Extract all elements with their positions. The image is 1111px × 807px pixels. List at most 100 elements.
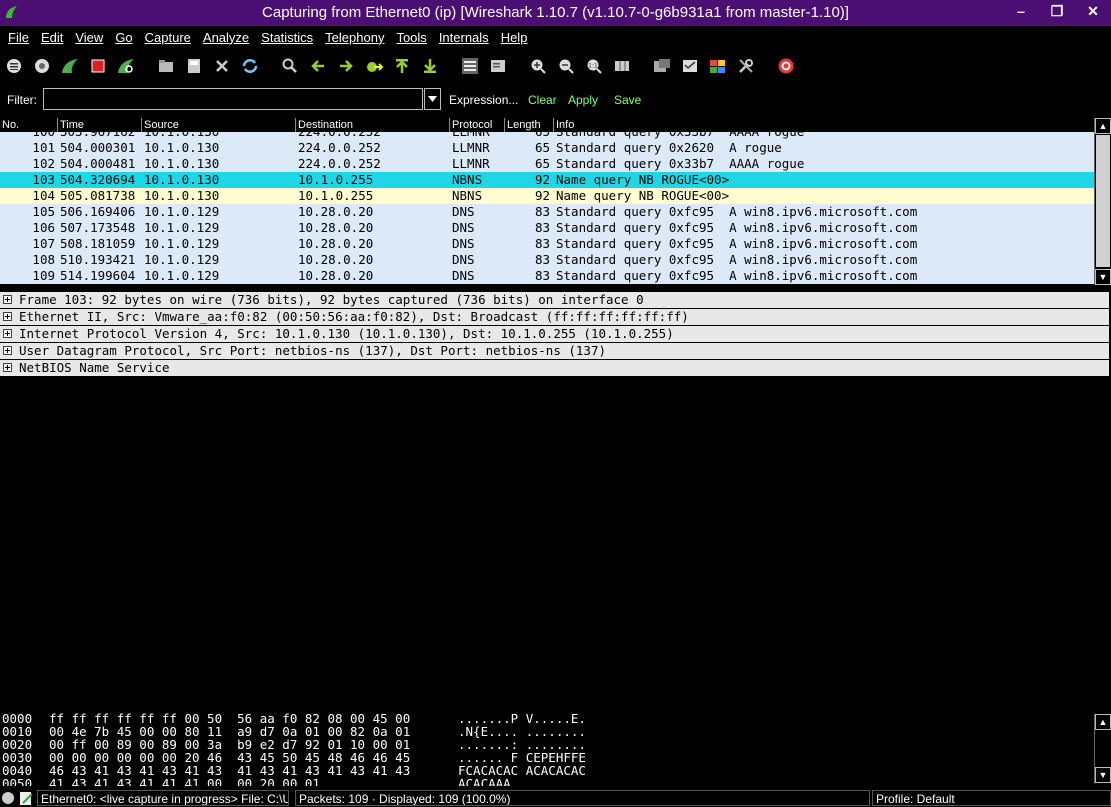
expert-info-icon[interactable] [2, 792, 14, 804]
help-icon[interactable] [776, 56, 796, 76]
go-last-icon[interactable] [420, 56, 440, 76]
stop-capture-icon[interactable] [88, 56, 108, 76]
save-filter-button[interactable]: Save [614, 93, 641, 107]
resize-columns-icon[interactable] [612, 56, 632, 76]
menu-view[interactable]: View [71, 30, 111, 45]
save-file-icon[interactable] [184, 56, 204, 76]
filter-history-dropdown[interactable] [424, 88, 441, 110]
expand-plus-icon[interactable] [3, 329, 12, 338]
menu-statistics[interactable]: Statistics [257, 30, 321, 45]
find-packet-icon[interactable] [280, 56, 300, 76]
menu-telephony[interactable]: Telephony [321, 30, 392, 45]
packet-cell-len: 92 [534, 188, 550, 203]
scroll-down-arrow-icon[interactable]: ▼ [1095, 767, 1111, 783]
packet-cell-time: 504.000481 [60, 156, 136, 171]
colorize-icon[interactable] [460, 56, 480, 76]
packet-row[interactable]: 105 506.169406 10.1.0.129 10.28.0.20 DNS 83 St… [0, 204, 1094, 220]
clear-filter-button[interactable]: Clear [528, 93, 557, 107]
detail-tree-item[interactable]: Frame 103: 92 bytes on wire (736 bits), … [0, 292, 1109, 309]
hex-offset: 0050 [2, 776, 33, 786]
packet-row[interactable]: 108 510.193421 10.1.0.129 10.28.0.20 DNS 83 St… [0, 252, 1094, 268]
packet-row[interactable]: 109 514.199604 10.1.0.129 10.28.0.20 DNS 83 St… [0, 268, 1094, 284]
packet-cell-proto: DNS [452, 252, 475, 267]
expand-plus-icon[interactable] [3, 312, 12, 321]
scroll-down-arrow-icon[interactable]: ▼ [1095, 269, 1111, 285]
packet-row[interactable]: 103 504.320694 10.1.0.130 10.1.0.255 NBNS 92 N… [0, 172, 1094, 188]
packet-cell-info: Standard query 0xfc95 A win8.ipv6.micros… [556, 220, 918, 235]
packet-row[interactable]: 107 508.181059 10.1.0.129 10.28.0.20 DNS 83 St… [0, 236, 1094, 252]
normal-size-icon[interactable]: 1:1 [584, 56, 604, 76]
packet-cell-time: 505.081738 [60, 188, 136, 203]
zoom-in-icon[interactable] [528, 56, 548, 76]
restart-capture-icon[interactable] [116, 56, 136, 76]
go-back-icon[interactable] [308, 56, 328, 76]
profile-status[interactable]: Profile: Default [872, 790, 1111, 806]
column-header-protocol[interactable]: Protocol [449, 118, 504, 132]
packet-cell-len: 65 [506, 132, 550, 140]
packet-cell-time: 504.320694 [60, 172, 136, 187]
close-file-icon[interactable] [212, 56, 232, 76]
packet-row[interactable]: 102 504.000481 10.1.0.130 224.0.0.252 LLMNR 6… [0, 156, 1094, 172]
menu-help[interactable]: Help [497, 30, 536, 45]
column-header-info[interactable]: Info [553, 118, 1094, 132]
capture-comment-icon[interactable] [19, 791, 34, 806]
packet-row[interactable]: 100 503.96716210.1.0.130 224.0.0.252 LLMNR6… [0, 132, 1094, 140]
main-toolbar: 1:1 [0, 52, 1111, 80]
bytes-scrollbar[interactable]: ▲ ▼ [1094, 714, 1111, 784]
expand-plus-icon[interactable] [3, 363, 12, 372]
close-button[interactable]: ✕ [1075, 0, 1111, 22]
zoom-out-icon[interactable] [556, 56, 576, 76]
menu-edit[interactable]: Edit [37, 30, 71, 45]
reload-icon[interactable] [240, 56, 260, 76]
go-forward-icon[interactable] [336, 56, 356, 76]
packet-row[interactable]: 101 504.000301 10.1.0.130 224.0.0.252 LLMNR 6… [0, 140, 1094, 156]
interfaces-icon[interactable] [4, 56, 24, 76]
minimize-button[interactable]: – [1003, 0, 1039, 22]
packet-cell-time: 506.169406 [60, 204, 136, 219]
expand-plus-icon[interactable] [3, 346, 12, 355]
menu-tools[interactable]: Tools [392, 30, 434, 45]
apply-filter-button[interactable]: Apply [568, 93, 598, 107]
packet-row[interactable]: 106 507.173548 10.1.0.129 10.28.0.20 DNS 83 St… [0, 220, 1094, 236]
hex-dump-line[interactable]: 0050 41 43 41 43 41 41 41 00 00 20 00 01 A… [0, 777, 1094, 786]
start-capture-icon[interactable] [60, 56, 80, 76]
display-filter-input[interactable] [43, 88, 423, 110]
capture-options-icon[interactable] [32, 56, 52, 76]
scroll-thumb[interactable] [1096, 135, 1110, 267]
coloring-rules-icon[interactable] [708, 56, 728, 76]
chevron-down-icon [428, 96, 437, 102]
menu-analyze[interactable]: Analyze [199, 30, 257, 45]
column-header-time[interactable]: Time [57, 118, 141, 132]
packet-cell-info: Standard query 0xfc95 A win8.ipv6.micros… [556, 236, 918, 251]
expand-plus-icon[interactable] [3, 295, 12, 304]
packet-cell-proto: LLMNR [452, 132, 504, 140]
scroll-up-arrow-icon[interactable]: ▲ [1095, 714, 1111, 730]
filter-label: Filter: [7, 93, 37, 107]
detail-tree-item[interactable]: User Datagram Protocol, Src Port: netbio… [0, 343, 1109, 360]
packet-row[interactable]: 104 505.081738 10.1.0.130 10.1.0.255 NBNS 92 N… [0, 188, 1094, 204]
restore-button[interactable]: ❐ [1039, 0, 1075, 22]
scroll-up-arrow-icon[interactable]: ▲ [1095, 118, 1111, 134]
menu-internals[interactable]: Internals [435, 30, 497, 45]
detail-tree-item[interactable]: Internet Protocol Version 4, Src: 10.1.0… [0, 326, 1109, 343]
detail-tree-item[interactable]: Ethernet II, Src: Vmware_aa:f0:82 (00:50… [0, 309, 1109, 326]
menu-capture[interactable]: Capture [141, 30, 199, 45]
packet-cell-src: 10.1.0.130 [144, 156, 220, 171]
capture-filters-icon[interactable] [652, 56, 672, 76]
autoscroll-icon[interactable] [488, 56, 508, 76]
detail-tree-item[interactable]: NetBIOS Name Service [0, 360, 1109, 377]
column-header-source[interactable]: Source [141, 118, 295, 132]
menu-file[interactable]: File [4, 30, 37, 45]
display-filters-icon[interactable] [680, 56, 700, 76]
column-header-destination[interactable]: Destination [295, 118, 449, 132]
menu-go[interactable]: Go [111, 30, 140, 45]
column-header-length[interactable]: Length [504, 118, 553, 132]
column-header-no[interactable]: No. [0, 118, 57, 132]
open-file-icon[interactable] [156, 56, 176, 76]
preferences-icon[interactable] [736, 56, 756, 76]
expression-button[interactable]: Expression... [449, 93, 518, 107]
go-first-icon[interactable] [392, 56, 412, 76]
svg-text:1:1: 1:1 [588, 63, 598, 70]
go-to-packet-icon[interactable] [364, 56, 384, 76]
packet-list-scrollbar[interactable]: ▲ ▼ [1094, 118, 1111, 285]
